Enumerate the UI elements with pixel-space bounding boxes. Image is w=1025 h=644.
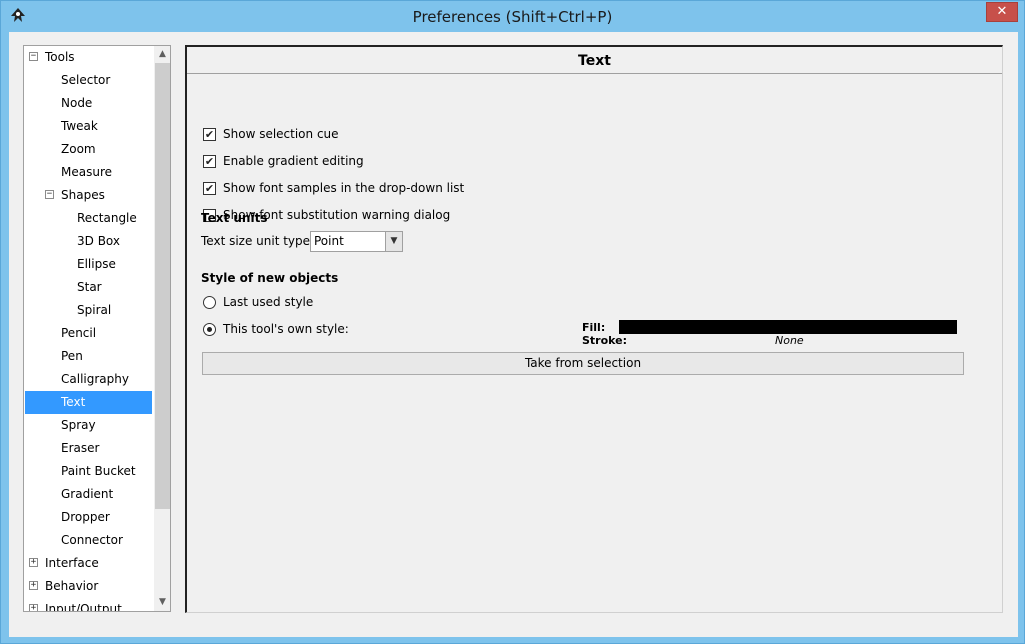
- tree-item-label: Eraser: [61, 441, 100, 455]
- tree-item-pencil[interactable]: Pencil: [25, 322, 152, 345]
- tree-item-label: Pen: [61, 349, 83, 363]
- tree-item-star[interactable]: Star: [25, 276, 152, 299]
- tree-item-label: Tweak: [61, 119, 98, 133]
- tree-item-label: 3D Box: [77, 234, 120, 248]
- window-title: Preferences (Shift+Ctrl+P): [412, 8, 613, 26]
- tree-item-label: Selector: [61, 73, 111, 87]
- scroll-thumb[interactable]: [155, 63, 170, 509]
- checkbox-label: Show selection cue: [223, 127, 339, 141]
- client-area: − Tools Selector Node Tweak Zoom Measure − Shape…: [9, 32, 1018, 637]
- tree-item-text[interactable]: Text: [25, 391, 152, 414]
- tree-item-connector[interactable]: Connector: [25, 529, 152, 552]
- stroke-value: None: [775, 334, 804, 347]
- take-from-selection-button[interactable]: Take from selection: [202, 352, 964, 375]
- checkbox[interactable]: ✔: [203, 182, 216, 195]
- tree-item-label: Measure: [61, 165, 112, 179]
- category-tree: − Tools Selector Node Tweak Zoom Measure − Shape…: [23, 45, 171, 612]
- tree-item-eraser[interactable]: Eraser: [25, 437, 152, 460]
- tree-item-shapes[interactable]: − Shapes: [25, 184, 152, 207]
- collapse-icon[interactable]: −: [45, 190, 54, 199]
- tree-item-label: Ellipse: [77, 257, 116, 271]
- checkbox[interactable]: ✔: [203, 155, 216, 168]
- tree-item-label: Gradient: [61, 487, 114, 501]
- stroke-label: Stroke:: [582, 334, 628, 347]
- tree-item-label: Behavior: [45, 579, 99, 593]
- radio-label: This tool's own style:: [223, 322, 349, 336]
- tree-item-gradient[interactable]: Gradient: [25, 483, 152, 506]
- tree-item-spiral[interactable]: Spiral: [25, 299, 152, 322]
- tree-item-calligraphy[interactable]: Calligraphy: [25, 368, 152, 391]
- tree-item-pen[interactable]: Pen: [25, 345, 152, 368]
- tree-item-label: Spiral: [77, 303, 112, 317]
- tree-item-input-output[interactable]: + Input/Output: [25, 598, 152, 612]
- title-divider: [187, 73, 1002, 74]
- tree-item-label: Tools: [45, 50, 75, 64]
- tree-item-tweak[interactable]: Tweak: [25, 115, 152, 138]
- radio-button[interactable]: [203, 323, 216, 336]
- checkbox[interactable]: ✔: [203, 128, 216, 141]
- scroll-up-icon[interactable]: ▲: [154, 46, 170, 63]
- tree-item-label: Rectangle: [77, 211, 137, 225]
- tree-item-label: Zoom: [61, 142, 96, 156]
- tree-item-3d-box[interactable]: 3D Box: [25, 230, 152, 253]
- tree-item-selector[interactable]: Selector: [25, 69, 152, 92]
- title-bar[interactable]: Preferences (Shift+Ctrl+P) ✕: [1, 1, 1024, 32]
- text-size-unit-select[interactable]: Point ▼: [310, 231, 403, 252]
- tree-item-label: Pencil: [61, 326, 97, 340]
- radio-button[interactable]: [203, 296, 216, 309]
- tree-item-label: Interface: [45, 556, 99, 570]
- tree-scrollbar[interactable]: ▲ ▼: [154, 46, 170, 611]
- style-heading: Style of new objects: [201, 271, 339, 285]
- select-value: Point: [314, 234, 344, 248]
- text-units-heading: Text units: [201, 211, 268, 225]
- tree-item-label: Calligraphy: [61, 372, 129, 386]
- tree-item-spray[interactable]: Spray: [25, 414, 152, 437]
- tree-item-label: Shapes: [61, 188, 105, 202]
- scroll-down-icon[interactable]: ▼: [154, 594, 170, 611]
- preferences-window: Preferences (Shift+Ctrl+P) ✕ − Tools Selec…: [0, 0, 1025, 644]
- close-button[interactable]: ✕: [986, 2, 1018, 22]
- collapse-icon[interactable]: −: [29, 52, 38, 61]
- chevron-down-icon[interactable]: ▼: [385, 232, 402, 251]
- tree-item-label: Text: [61, 395, 86, 409]
- expand-icon[interactable]: +: [29, 604, 38, 611]
- text-size-unit-label: Text size unit type:: [201, 234, 315, 248]
- expand-icon[interactable]: +: [29, 581, 38, 590]
- checkbox-label: Show font samples in the drop-down list: [223, 181, 465, 195]
- tree-item-zoom[interactable]: Zoom: [25, 138, 152, 161]
- tree-item-label: Star: [77, 280, 102, 294]
- tree-item-label: Connector: [61, 533, 123, 547]
- tree-item-label: Input/Output: [45, 602, 122, 612]
- tree-item-label: Node: [61, 96, 93, 110]
- tree-item-node[interactable]: Node: [25, 92, 152, 115]
- page-title: Text: [578, 53, 611, 69]
- preferences-page: Text ✔ Show selection cue ✔ Enable gradi…: [185, 45, 1003, 613]
- tree-item-dropper[interactable]: Dropper: [25, 506, 152, 529]
- tree-item-label: Dropper: [61, 510, 110, 524]
- tree-item-behavior[interactable]: + Behavior: [25, 575, 152, 598]
- expand-icon[interactable]: +: [29, 558, 38, 567]
- radio-label: Last used style: [223, 295, 314, 309]
- tree-item-tools[interactable]: − Tools: [25, 46, 152, 69]
- tree-item-paint-bucket[interactable]: Paint Bucket: [25, 460, 152, 483]
- tree-item-measure[interactable]: Measure: [25, 161, 152, 184]
- tree-item-ellipse[interactable]: Ellipse: [25, 253, 152, 276]
- tree-item-interface[interactable]: + Interface: [25, 552, 152, 575]
- fill-label: Fill:: [582, 321, 606, 334]
- tree-item-rectangle[interactable]: Rectangle: [25, 207, 152, 230]
- fill-swatch[interactable]: [619, 320, 957, 334]
- checkbox-label: Enable gradient editing: [223, 154, 364, 168]
- tree-item-label: Paint Bucket: [61, 464, 136, 478]
- tree-item-label: Spray: [61, 418, 96, 432]
